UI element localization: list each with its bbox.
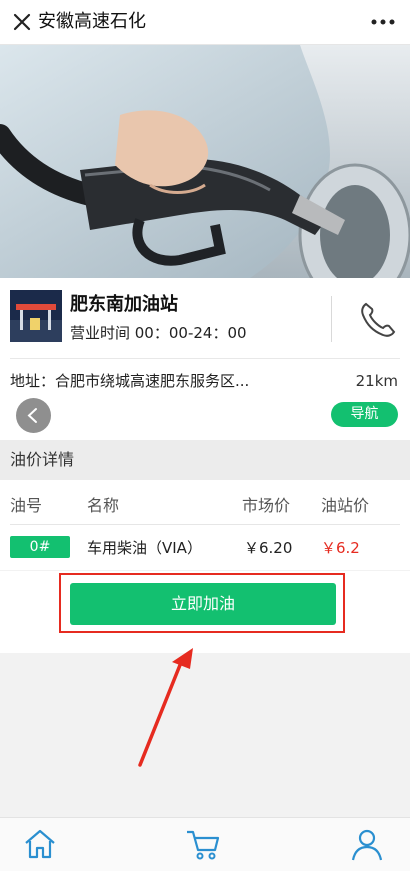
column-header: 名称 (87, 496, 120, 515)
market-price: ￥6.20 (244, 539, 293, 557)
fuel-name: 车用柴油（VIA） (87, 539, 202, 557)
navigate-button[interactable]: 导航 (331, 402, 398, 427)
fuel-grade-badge: 0# (10, 536, 70, 558)
refuel-now-button[interactable]: 立即加油 (70, 583, 336, 625)
station-distance: 21km (355, 372, 398, 390)
column-header: 油号 (10, 496, 43, 515)
bottom-tab-bar (0, 817, 410, 871)
column-header: 市场价 (242, 496, 291, 515)
section-header: 油价详情 (0, 440, 410, 480)
business-hours: 营业时间 00：00-24：00 (70, 324, 247, 342)
station-price: ￥6.2 (321, 539, 360, 557)
more-icon[interactable] (366, 8, 400, 36)
divider (10, 524, 400, 525)
column-header: 油站价 (321, 496, 370, 515)
back-button[interactable] (16, 398, 51, 433)
top-bar: 安徽高速石化 (0, 0, 410, 45)
divider (10, 358, 400, 359)
station-address: 地址：合肥市绕城高速肥东服务区... (10, 372, 250, 390)
close-icon[interactable] (8, 8, 36, 36)
phone-icon[interactable] (356, 298, 400, 342)
hero-image (0, 45, 410, 278)
station-card: 肥东南加油站 营业时间 00：00-24：00 地址：合肥市绕城高速肥东服务区.… (0, 278, 410, 440)
section-title: 油价详情 (10, 450, 75, 469)
action-area: 立即加油 (0, 571, 410, 653)
user-icon[interactable] (347, 826, 387, 862)
chevron-left-icon (27, 408, 37, 423)
divider (331, 296, 332, 342)
price-table: 油号 名称 市场价 油站价 0# 车用柴油（VIA） ￥6.20 ￥6.2 (0, 480, 410, 570)
home-icon[interactable] (20, 826, 60, 862)
station-thumbnail (10, 290, 62, 342)
station-name: 肥东南加油站 (70, 294, 178, 315)
page-title: 安徽高速石化 (38, 11, 146, 32)
cart-icon[interactable] (183, 826, 223, 862)
fuel-nozzle-illustration (0, 45, 410, 278)
